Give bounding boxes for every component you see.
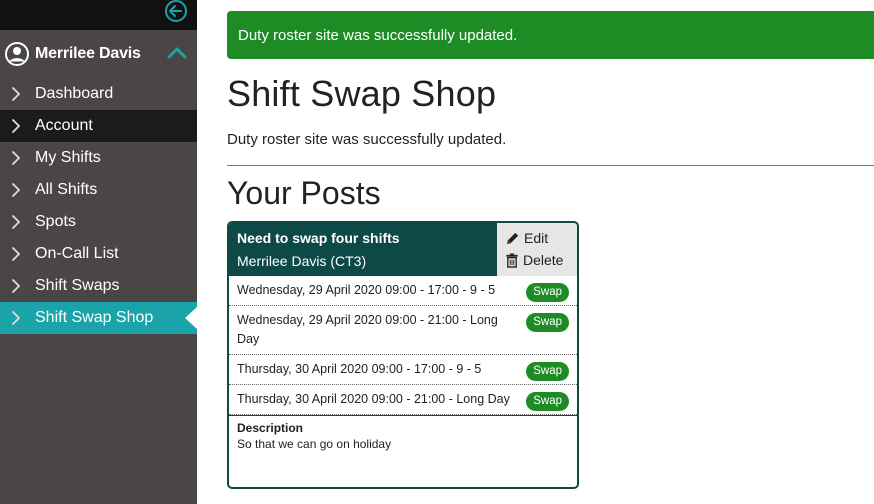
swap-button[interactable]: Swap [526, 362, 569, 381]
chevron-right-icon [12, 183, 20, 197]
sidebar: Merrilee Davis Dashboard Account My Shifts… [0, 0, 197, 504]
sidebar-item-dashboard[interactable]: Dashboard [0, 78, 197, 110]
post-description: Description So that we can go on holiday [229, 415, 577, 456]
sidebar-item-label: Dashboard [35, 85, 114, 102]
chevron-right-icon [12, 311, 20, 325]
shift-text: Wednesday, 29 April 2020 09:00 - 21:00 -… [237, 313, 498, 346]
edit-button[interactable]: Edit [505, 230, 548, 246]
post-actions: Edit Delete [497, 223, 577, 276]
shift-row: Thursday, 30 April 2020 09:00 - 17:00 - … [229, 355, 577, 385]
sidebar-item-account[interactable]: Account [0, 110, 197, 142]
section-title: Your Posts [227, 175, 381, 211]
description-label: Description [237, 421, 304, 435]
chevron-right-icon [12, 119, 20, 133]
chevron-up-icon[interactable] [167, 46, 187, 60]
shift-text: Thursday, 30 April 2020 09:00 - 21:00 - … [237, 392, 510, 406]
arrow-left-circle-icon[interactable] [164, 0, 188, 24]
swap-button[interactable]: Swap [526, 392, 569, 411]
divider [227, 165, 874, 166]
shift-row: Wednesday, 29 April 2020 09:00 - 21:00 -… [229, 306, 577, 355]
sidebar-item-shift-swap-shop[interactable]: Shift Swap Shop [0, 302, 197, 334]
post-card: Need to swap four shifts Merrilee Davis … [227, 221, 579, 489]
delete-label: Delete [523, 252, 564, 268]
shift-text: Thursday, 30 April 2020 09:00 - 17:00 - … [237, 362, 482, 376]
swap-button[interactable]: Swap [526, 313, 569, 332]
edit-label: Edit [524, 230, 549, 246]
chevron-right-icon [12, 151, 20, 165]
sidebar-item-all-shifts[interactable]: All Shifts [0, 174, 197, 206]
post-card-header: Need to swap four shifts Merrilee Davis … [229, 223, 577, 276]
user-circle-icon [5, 42, 29, 66]
sidebar-item-shift-swaps[interactable]: Shift Swaps [0, 270, 197, 302]
page-title: Shift Swap Shop [227, 73, 497, 114]
post-author: Merrilee Davis (CT3) [237, 253, 367, 269]
user-menu[interactable]: Merrilee Davis [0, 30, 197, 78]
trash-icon [506, 252, 518, 268]
sidebar-item-label: Shift Swaps [35, 277, 120, 294]
sidebar-item-spots[interactable]: Spots [0, 206, 197, 238]
delete-button[interactable]: Delete [505, 252, 563, 268]
pencil-icon [506, 232, 519, 244]
flash-message: Duty roster site was successfully update… [227, 131, 507, 148]
sidebar-item-label: My Shifts [35, 149, 101, 166]
alert-text: Duty roster site was successfully update… [238, 26, 518, 44]
chevron-right-icon [12, 215, 20, 229]
shift-row: Thursday, 30 April 2020 09:00 - 21:00 - … [229, 385, 577, 415]
shift-row: Wednesday, 29 April 2020 09:00 - 17:00 -… [229, 276, 577, 306]
sidebar-item-label: Spots [35, 213, 76, 230]
sidebar-item-on-call-list[interactable]: On-Call List [0, 238, 197, 270]
sidebar-item-label: Shift Swap Shop [35, 309, 154, 326]
swap-button[interactable]: Swap [526, 283, 569, 302]
sidebar-item-label: All Shifts [35, 181, 98, 198]
sidebar-nav: Dashboard Account My Shifts All Shifts Spots… [0, 78, 197, 334]
sidebar-item-label: On-Call List [35, 245, 119, 262]
chevron-right-icon [12, 87, 20, 101]
user-name: Merrilee Davis [35, 45, 141, 62]
description-text: So that we can go on holiday [237, 437, 392, 451]
post-title: Need to swap four shifts [237, 230, 400, 246]
sidebar-item-my-shifts[interactable]: My Shifts [0, 142, 197, 174]
sidebar-header [0, 0, 197, 30]
shift-text: Wednesday, 29 April 2020 09:00 - 17:00 -… [237, 283, 496, 297]
shift-list: Wednesday, 29 April 2020 09:00 - 17:00 -… [229, 276, 577, 415]
chevron-right-icon [12, 247, 20, 261]
success-alert: Duty roster site was successfully update… [227, 11, 874, 59]
chevron-right-icon [12, 279, 20, 293]
sidebar-item-label: Account [35, 117, 93, 134]
